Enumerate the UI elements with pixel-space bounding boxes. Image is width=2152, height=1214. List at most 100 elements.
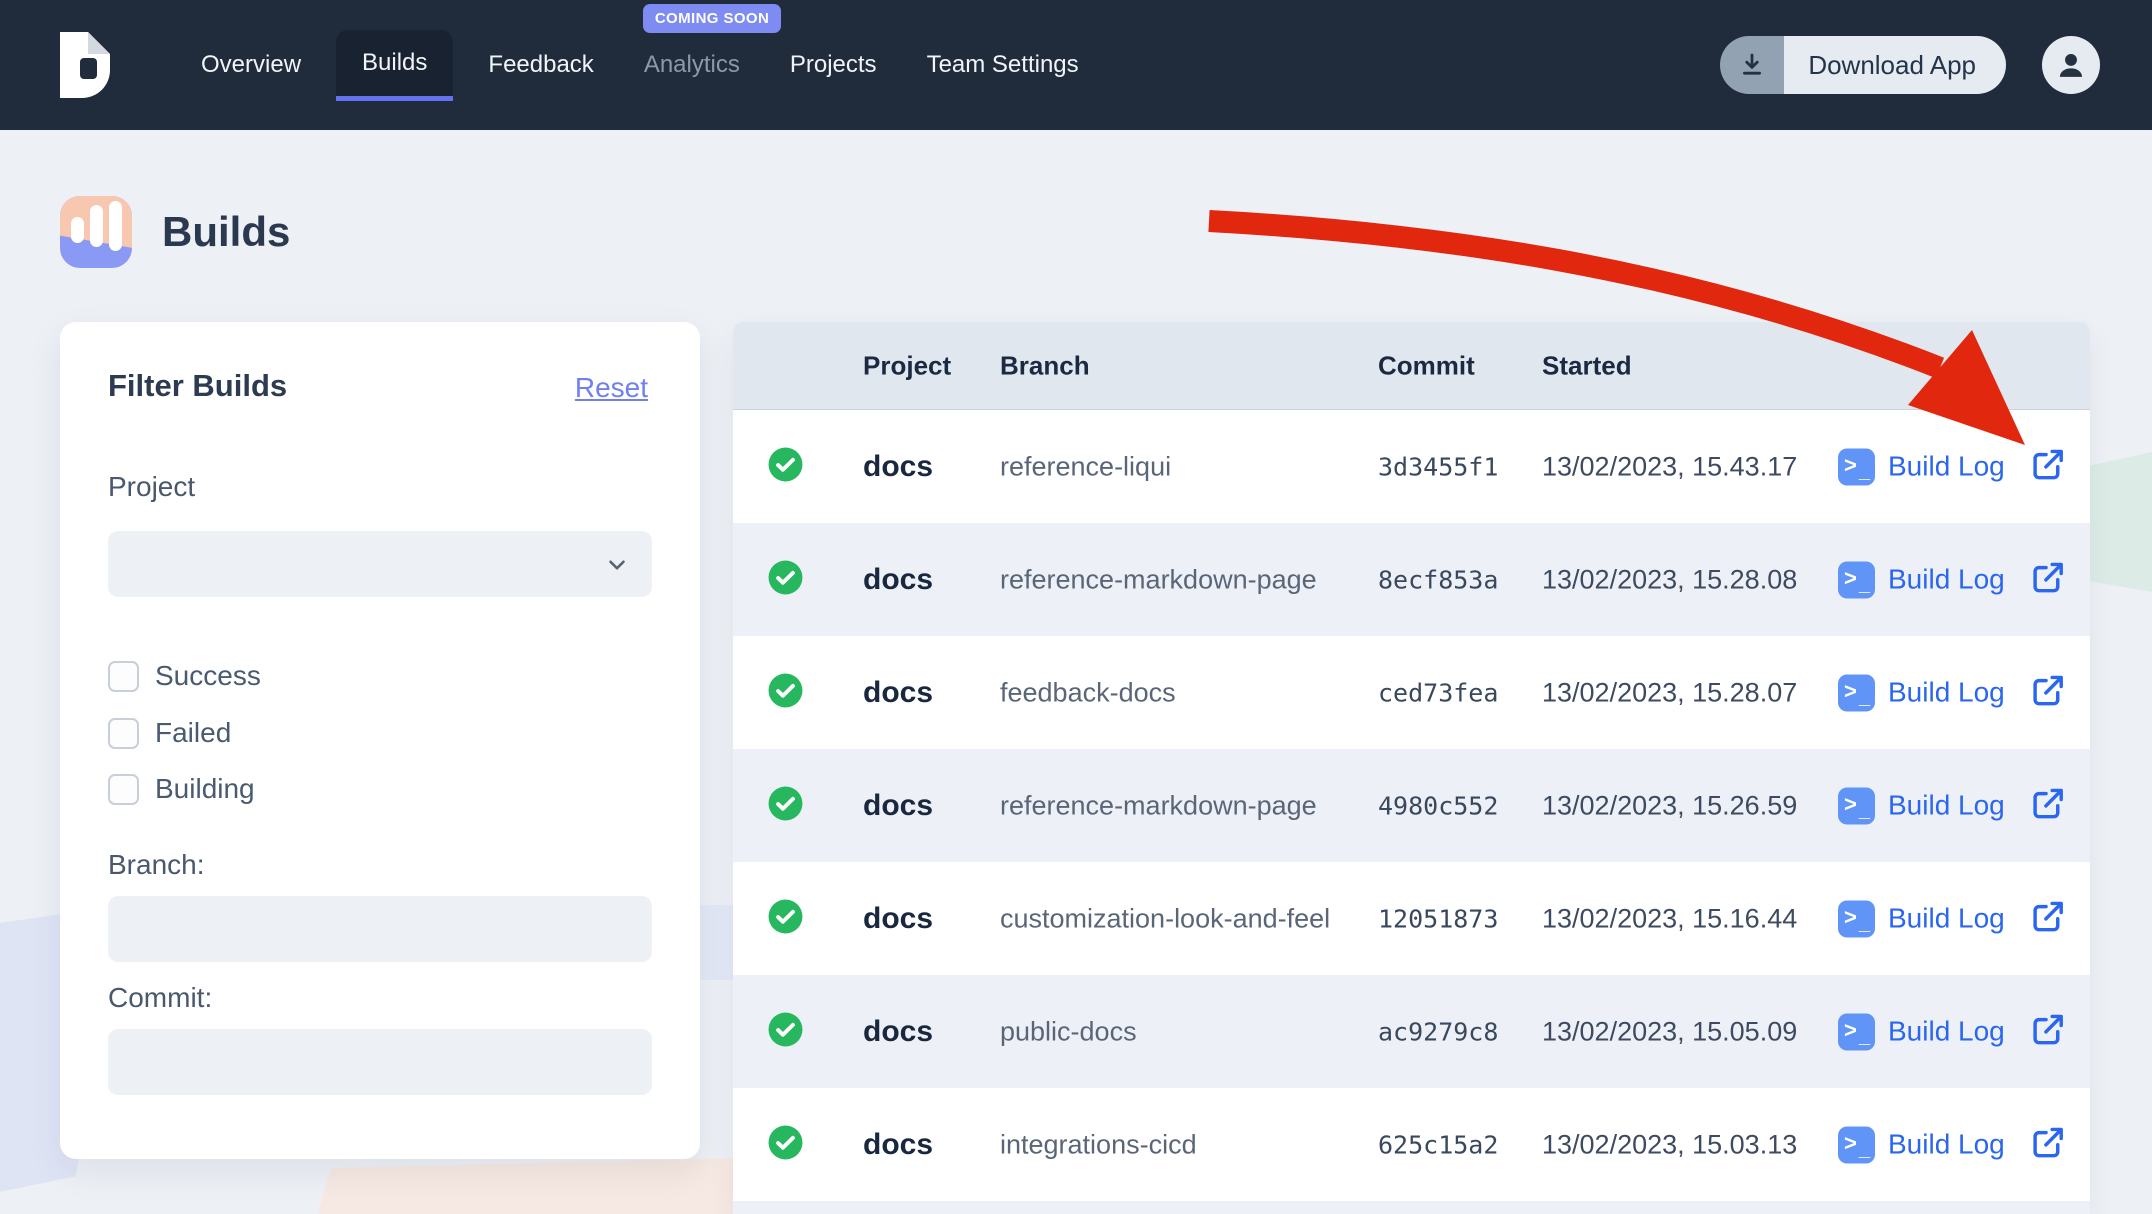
checkbox-failed-box[interactable] [108, 718, 139, 749]
table-body: docs reference-liqui 3d3455f1 13/02/2023… [733, 410, 2090, 1201]
external-link-icon[interactable] [2030, 1011, 2066, 1052]
terminal-icon: >_ [1838, 900, 1875, 937]
table-row: docs reference-markdown-page 4980c552 13… [733, 749, 2090, 862]
filter-builds-panel: Filter Builds Reset Project Success Fail… [60, 322, 700, 1159]
nav-item-team-settings[interactable]: Team Settings [902, 51, 1104, 79]
checkbox-success-label: Success [155, 660, 261, 692]
build-started: 13/02/2023, 15.16.44 [1542, 903, 1797, 934]
decorative-mint-shape [2088, 452, 2152, 592]
build-log-label: Build Log [1888, 564, 2005, 596]
nav-item-feedback[interactable]: Feedback [463, 51, 618, 79]
build-commit: ac9279c8 [1378, 1017, 1498, 1046]
build-log-link[interactable]: >_ Build Log [1838, 674, 2005, 711]
build-project: docs [863, 450, 933, 484]
column-header-commit: Commit [1378, 350, 1475, 381]
build-commit: 4980c552 [1378, 791, 1498, 820]
table-row: docs public-docs ac9279c8 13/02/2023, 15… [733, 975, 2090, 1088]
app-logo-icon[interactable] [60, 32, 110, 98]
build-commit: ced73fea [1378, 678, 1498, 707]
table-row-partial [733, 1201, 2090, 1214]
build-started: 13/02/2023, 15.26.59 [1542, 790, 1797, 821]
terminal-icon: >_ [1838, 448, 1875, 485]
build-started: 13/02/2023, 15.05.09 [1542, 1016, 1797, 1047]
external-link-icon[interactable] [2030, 446, 2066, 487]
page-title: Builds [162, 208, 290, 256]
checkbox-failed-label: Failed [155, 717, 231, 749]
person-icon [2054, 48, 2088, 82]
bar-chart-icon [60, 196, 132, 268]
column-header-started: Started [1542, 350, 1632, 381]
build-status-success-icon [767, 1124, 804, 1166]
build-status-success-icon [767, 1011, 804, 1053]
branch-input[interactable] [108, 896, 652, 962]
external-link-icon[interactable] [2030, 785, 2066, 826]
download-app-label: Download App [1784, 36, 2006, 94]
build-status-success-icon [767, 559, 804, 601]
nav-item-builds[interactable]: Builds [336, 30, 453, 101]
build-log-label: Build Log [1888, 677, 2005, 709]
commit-input[interactable] [108, 1029, 652, 1095]
external-link-icon[interactable] [2030, 898, 2066, 939]
checkbox-building-label: Building [155, 773, 255, 805]
build-status-success-icon [767, 785, 804, 827]
build-log-label: Build Log [1888, 903, 2005, 935]
nav-item-projects[interactable]: Projects [765, 51, 902, 79]
build-log-link[interactable]: >_ Build Log [1838, 561, 2005, 598]
build-branch: reference-markdown-page [1000, 564, 1317, 595]
coming-soon-badge: COMING SOON [643, 4, 781, 33]
build-log-label: Build Log [1888, 451, 2005, 483]
builds-table: Project Branch Commit Started docs refer… [733, 322, 2090, 1214]
reset-filters-link[interactable]: Reset [575, 372, 648, 404]
build-log-link[interactable]: >_ Build Log [1838, 448, 2005, 485]
build-status-success-icon [767, 898, 804, 940]
top-navbar: Overview Builds Feedback COMING SOON Ana… [0, 0, 2152, 130]
nav-item-analytics[interactable]: COMING SOON Analytics [619, 51, 765, 79]
build-commit: 3d3455f1 [1378, 452, 1498, 481]
build-commit: 12051873 [1378, 904, 1498, 933]
build-log-link[interactable]: >_ Build Log [1838, 1013, 2005, 1050]
navbar-right: Download App [1720, 36, 2100, 94]
build-project: docs [863, 902, 933, 936]
build-started: 13/02/2023, 15.28.08 [1542, 564, 1797, 595]
external-link-icon[interactable] [2030, 1124, 2066, 1165]
user-avatar[interactable] [2042, 36, 2100, 94]
table-row: docs customization-look-and-feel 1205187… [733, 862, 2090, 975]
build-log-link[interactable]: >_ Build Log [1838, 1126, 2005, 1163]
build-branch: customization-look-and-feel [1000, 903, 1330, 934]
project-label: Project [108, 471, 195, 503]
checkbox-success-box[interactable] [108, 661, 139, 692]
terminal-icon: >_ [1838, 674, 1875, 711]
build-log-link[interactable]: >_ Build Log [1838, 787, 2005, 824]
chevron-down-icon [604, 552, 630, 578]
build-started: 13/02/2023, 15.43.17 [1542, 451, 1797, 482]
checkbox-building[interactable]: Building [108, 773, 255, 805]
external-link-icon[interactable] [2030, 559, 2066, 600]
build-started: 13/02/2023, 15.03.13 [1542, 1129, 1797, 1160]
build-project: docs [863, 1128, 933, 1162]
build-project: docs [863, 563, 933, 597]
build-branch: integrations-cicd [1000, 1129, 1197, 1160]
build-log-link[interactable]: >_ Build Log [1838, 900, 2005, 937]
project-select[interactable] [108, 531, 652, 597]
build-status-success-icon [767, 446, 804, 488]
table-header: Project Branch Commit Started [733, 322, 2090, 410]
build-project: docs [863, 789, 933, 823]
checkbox-success[interactable]: Success [108, 660, 261, 692]
column-header-project: Project [863, 350, 951, 381]
branch-label: Branch: [108, 849, 205, 881]
build-commit: 8ecf853a [1378, 565, 1498, 594]
column-header-branch: Branch [1000, 350, 1090, 381]
decorative-lavender-shape-small [698, 905, 738, 980]
decorative-pink-shape [318, 1158, 738, 1214]
build-branch: reference-markdown-page [1000, 790, 1317, 821]
download-app-button[interactable]: Download App [1720, 36, 2006, 94]
build-status-success-icon [767, 672, 804, 714]
checkbox-failed[interactable]: Failed [108, 717, 231, 749]
commit-label: Commit: [108, 982, 212, 1014]
checkbox-building-box[interactable] [108, 774, 139, 805]
build-log-label: Build Log [1888, 790, 2005, 822]
external-link-icon[interactable] [2030, 672, 2066, 713]
build-branch: feedback-docs [1000, 677, 1176, 708]
table-row: docs reference-liqui 3d3455f1 13/02/2023… [733, 410, 2090, 523]
nav-item-overview[interactable]: Overview [176, 51, 326, 79]
